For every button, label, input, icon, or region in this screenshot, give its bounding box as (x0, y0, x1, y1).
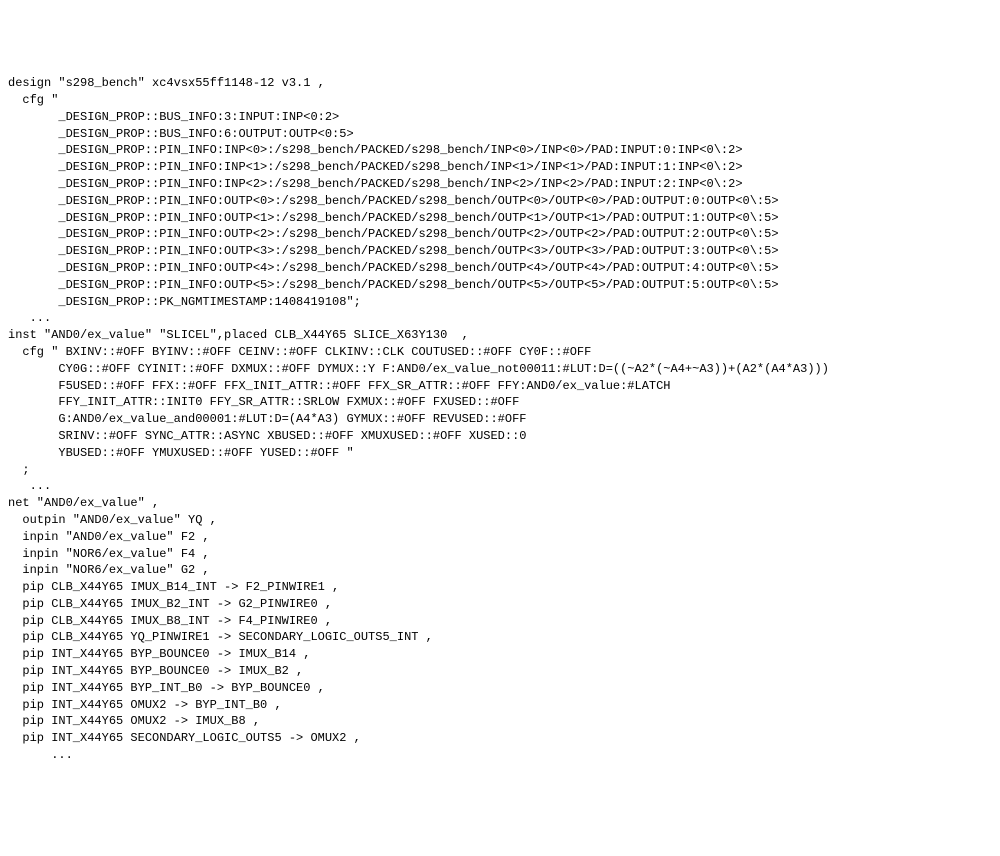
code-line: pip INT_X44Y65 SECONDARY_LOGIC_OUTS5 -> … (8, 730, 992, 747)
code-line: inpin "NOR6/ex_value" F4 , (8, 546, 992, 563)
code-line: inst "AND0/ex_value" "SLICEL",placed CLB… (8, 327, 992, 344)
code-line: FFY_INIT_ATTR::INIT0 FFY_SR_ATTR::SRLOW … (8, 394, 992, 411)
code-line: pip CLB_X44Y65 IMUX_B8_INT -> F4_PINWIRE… (8, 613, 992, 630)
code-line: inpin "NOR6/ex_value" G2 , (8, 562, 992, 579)
code-line: outpin "AND0/ex_value" YQ , (8, 512, 992, 529)
code-line: _DESIGN_PROP::PIN_INFO:OUTP<5>:/s298_ben… (8, 277, 992, 294)
code-line: _DESIGN_PROP::PIN_INFO:INP<0>:/s298_benc… (8, 142, 992, 159)
code-line: ... (8, 310, 992, 327)
code-line: _DESIGN_PROP::BUS_INFO:3:INPUT:INP<0:2> (8, 109, 992, 126)
code-line: pip CLB_X44Y65 IMUX_B2_INT -> G2_PINWIRE… (8, 596, 992, 613)
code-line: ... (8, 478, 992, 495)
code-line: _DESIGN_PROP::PIN_INFO:OUTP<1>:/s298_ben… (8, 210, 992, 227)
code-block: design "s298_bench" xc4vsx55ff1148-12 v3… (8, 75, 992, 764)
code-line: pip INT_X44Y65 OMUX2 -> BYP_INT_B0 , (8, 697, 992, 714)
code-line: ; (8, 462, 992, 479)
code-line: _DESIGN_PROP::PIN_INFO:OUTP<0>:/s298_ben… (8, 193, 992, 210)
code-line: _DESIGN_PROP::PIN_INFO:OUTP<4>:/s298_ben… (8, 260, 992, 277)
code-line: pip INT_X44Y65 OMUX2 -> IMUX_B8 , (8, 713, 992, 730)
code-line: _DESIGN_PROP::PIN_INFO:INP<1>:/s298_benc… (8, 159, 992, 176)
code-line: pip CLB_X44Y65 IMUX_B14_INT -> F2_PINWIR… (8, 579, 992, 596)
code-line: _DESIGN_PROP::PIN_INFO:OUTP<3>:/s298_ben… (8, 243, 992, 260)
code-line: pip INT_X44Y65 BYP_INT_B0 -> BYP_BOUNCE0… (8, 680, 992, 697)
code-line: YBUSED::#OFF YMUXUSED::#OFF YUSED::#OFF … (8, 445, 992, 462)
code-line: CY0G::#OFF CYINIT::#OFF DXMUX::#OFF DYMU… (8, 361, 992, 378)
code-line: pip CLB_X44Y65 YQ_PINWIRE1 -> SECONDARY_… (8, 629, 992, 646)
code-line: pip INT_X44Y65 BYP_BOUNCE0 -> IMUX_B2 , (8, 663, 992, 680)
code-line: inpin "AND0/ex_value" F2 , (8, 529, 992, 546)
code-line: ... (8, 747, 992, 764)
code-line: net "AND0/ex_value" , (8, 495, 992, 512)
code-line: cfg " (8, 92, 992, 109)
code-line: SRINV::#OFF SYNC_ATTR::ASYNC XBUSED::#OF… (8, 428, 992, 445)
code-line: design "s298_bench" xc4vsx55ff1148-12 v3… (8, 75, 992, 92)
code-line: cfg " BXINV::#OFF BYINV::#OFF CEINV::#OF… (8, 344, 992, 361)
code-line: _DESIGN_PROP::PK_NGMTIMESTAMP:1408419108… (8, 294, 992, 311)
code-line: pip INT_X44Y65 BYP_BOUNCE0 -> IMUX_B14 , (8, 646, 992, 663)
code-line: _DESIGN_PROP::PIN_INFO:INP<2>:/s298_benc… (8, 176, 992, 193)
code-line: G:AND0/ex_value_and00001:#LUT:D=(A4*A3) … (8, 411, 992, 428)
code-line: _DESIGN_PROP::PIN_INFO:OUTP<2>:/s298_ben… (8, 226, 992, 243)
code-line: F5USED::#OFF FFX::#OFF FFX_INIT_ATTR::#O… (8, 378, 992, 395)
code-line: _DESIGN_PROP::BUS_INFO:6:OUTPUT:OUTP<0:5… (8, 126, 992, 143)
